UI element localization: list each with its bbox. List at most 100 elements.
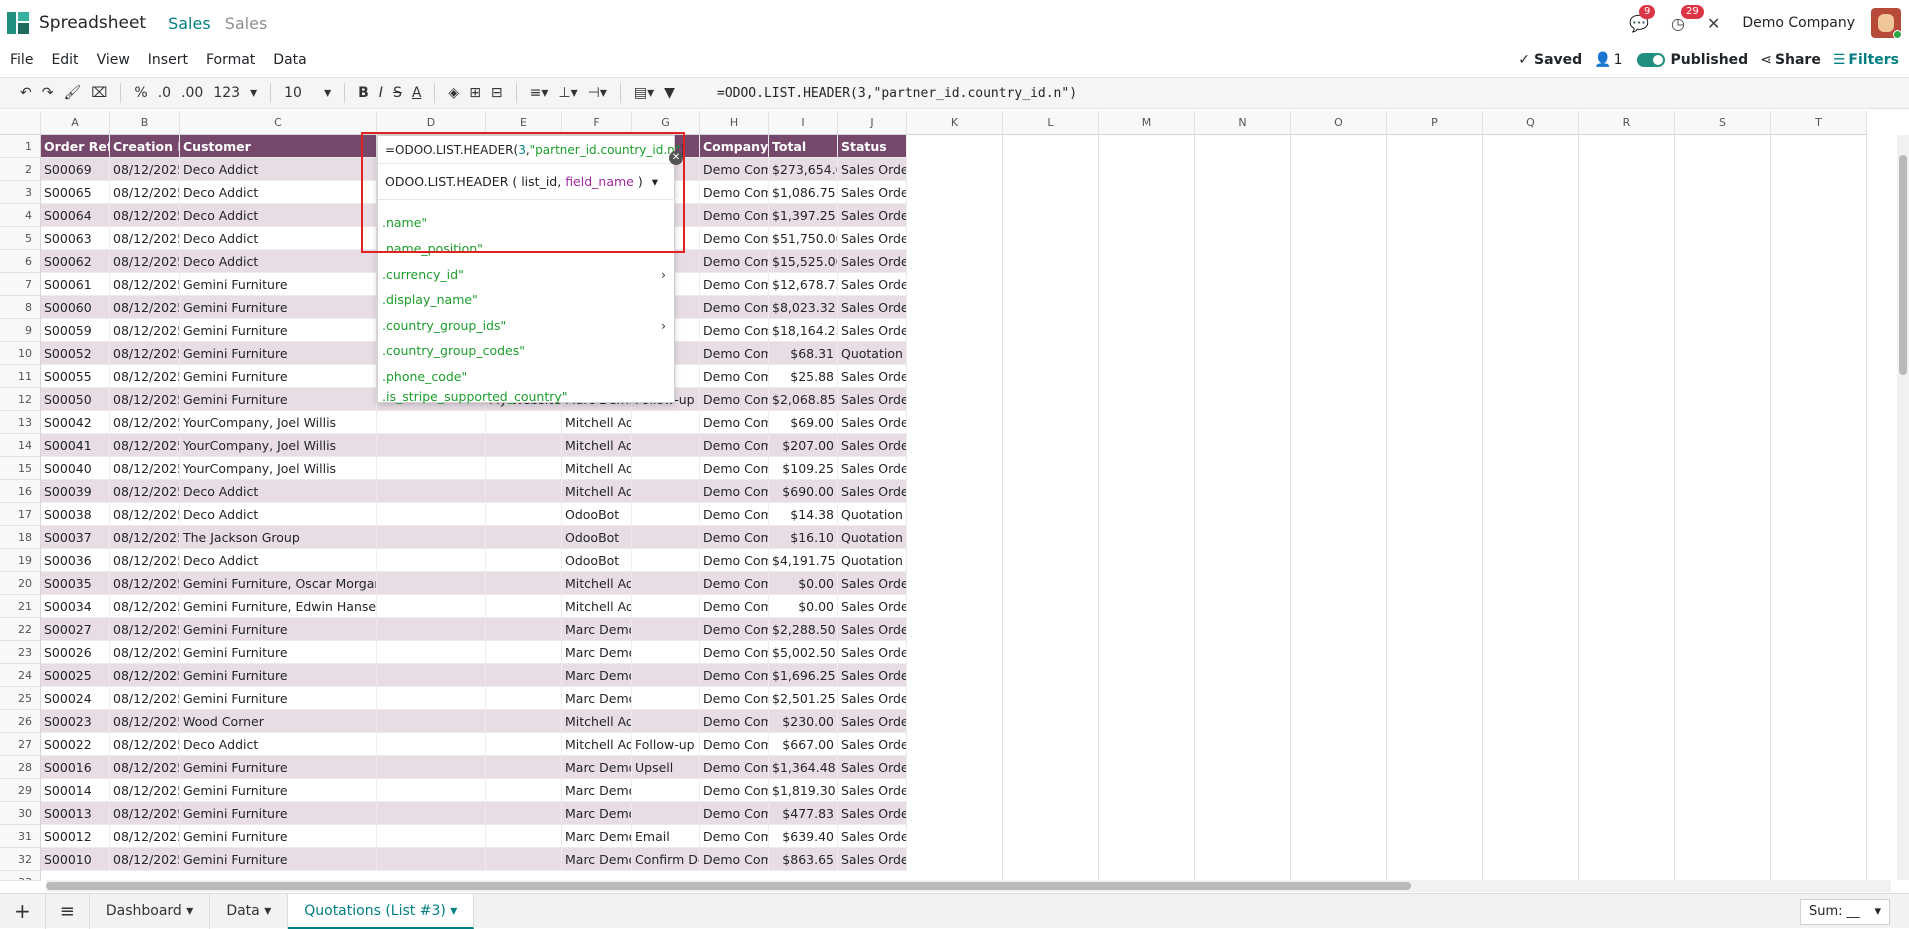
table-cell[interactable]: S00055 bbox=[41, 365, 110, 388]
table-cell[interactable] bbox=[377, 687, 486, 710]
table-cell[interactable]: Gemini Furniture bbox=[180, 779, 377, 802]
undo-icon[interactable]: ↶ bbox=[20, 85, 32, 101]
table-cell[interactable]: Deco Addict bbox=[180, 503, 377, 526]
table-cell[interactable] bbox=[632, 572, 700, 595]
table-cell[interactable]: Demo Com bbox=[700, 733, 769, 756]
table-cell[interactable]: Sales Orde bbox=[838, 434, 907, 457]
row-header[interactable]: 25 bbox=[0, 687, 41, 710]
table-cell[interactable] bbox=[632, 802, 700, 825]
sheet-tab-dashboard[interactable]: Dashboard ▾ bbox=[90, 893, 211, 929]
table-cell[interactable]: 08/12/2025 bbox=[110, 687, 180, 710]
table-cell[interactable] bbox=[486, 733, 562, 756]
table-cell[interactable]: S00036 bbox=[41, 549, 110, 572]
table-cell[interactable]: Sales Orde bbox=[838, 365, 907, 388]
table-cell[interactable]: Demo Com bbox=[700, 503, 769, 526]
font-size-dropdown[interactable]: 10 bbox=[284, 85, 314, 101]
table-cell[interactable]: Sales Orde bbox=[838, 641, 907, 664]
row-header[interactable]: 24 bbox=[0, 664, 41, 687]
table-cell[interactable] bbox=[377, 549, 486, 572]
column-header-I[interactable]: I bbox=[769, 111, 838, 135]
paint-format-icon[interactable]: 🖌 bbox=[63, 85, 81, 101]
row-header[interactable]: 9 bbox=[0, 319, 41, 342]
column-header-B[interactable]: B bbox=[110, 111, 180, 135]
table-cell[interactable]: Demo Com bbox=[700, 204, 769, 227]
table-cell[interactable]: $0.00 bbox=[769, 595, 838, 618]
table-cell[interactable]: $4,191.75 bbox=[769, 549, 838, 572]
table-cell[interactable]: Sales Orde bbox=[838, 296, 907, 319]
table-cell[interactable] bbox=[486, 779, 562, 802]
menu-format[interactable]: Format bbox=[206, 52, 255, 68]
table-cell[interactable] bbox=[632, 480, 700, 503]
row-header[interactable]: 27 bbox=[0, 733, 41, 756]
table-cell[interactable]: Demo Com bbox=[700, 687, 769, 710]
table-cell[interactable]: Upsell bbox=[632, 756, 700, 779]
row-header[interactable]: 23 bbox=[0, 641, 41, 664]
sheet-tab-data[interactable]: Data ▾ bbox=[210, 893, 289, 929]
table-cell[interactable]: Gemini Furniture bbox=[180, 388, 377, 411]
table-cell[interactable]: $477.83 bbox=[769, 802, 838, 825]
table-cell[interactable]: Sales Orde bbox=[838, 273, 907, 296]
column-header-H[interactable]: H bbox=[700, 111, 769, 135]
table-cell[interactable] bbox=[632, 411, 700, 434]
table-cell[interactable]: Gemini Furniture bbox=[180, 825, 377, 848]
table-cell[interactable]: 08/12/2025 bbox=[110, 319, 180, 342]
table-cell[interactable] bbox=[486, 411, 562, 434]
table-cell[interactable]: Deco Addict bbox=[180, 250, 377, 273]
table-cell[interactable]: Gemini Furniture bbox=[180, 273, 377, 296]
row-header[interactable]: 11 bbox=[0, 365, 41, 388]
table-cell[interactable]: Sales Orde bbox=[838, 158, 907, 181]
table-cell[interactable]: S00035 bbox=[41, 572, 110, 595]
table-cell[interactable]: 08/12/2025 bbox=[110, 457, 180, 480]
table-cell[interactable]: 08/12/2025 bbox=[110, 618, 180, 641]
row-header[interactable]: 31 bbox=[0, 825, 41, 848]
table-cell[interactable]: 08/12/2025 bbox=[110, 664, 180, 687]
table-cell[interactable]: $5,002.50 bbox=[769, 641, 838, 664]
table-cell[interactable]: S00022 bbox=[41, 733, 110, 756]
table-cell[interactable]: S00062 bbox=[41, 250, 110, 273]
table-cell[interactable]: Demo Com bbox=[700, 756, 769, 779]
row-header[interactable]: 4 bbox=[0, 204, 41, 227]
column-header-K[interactable]: K bbox=[907, 111, 1003, 135]
row-header[interactable]: 28 bbox=[0, 756, 41, 779]
add-sheet-icon[interactable]: + bbox=[0, 893, 46, 929]
table-cell[interactable]: Demo Com bbox=[700, 158, 769, 181]
table-cell[interactable]: 08/12/2025 bbox=[110, 779, 180, 802]
table-cell[interactable]: Gemini Furniture bbox=[180, 296, 377, 319]
row-header[interactable]: 5 bbox=[0, 227, 41, 250]
borders-icon[interactable]: ⊞ bbox=[469, 85, 481, 101]
table-cell[interactable] bbox=[377, 434, 486, 457]
number-format-dropdown[interactable]: 123 bbox=[213, 85, 240, 101]
table-cell[interactable]: Marc Demo bbox=[562, 756, 632, 779]
table-cell[interactable] bbox=[377, 825, 486, 848]
vertical-align-icon[interactable]: ⊥▾ bbox=[558, 85, 577, 101]
table-cell[interactable]: Demo Com bbox=[700, 549, 769, 572]
table-cell[interactable]: 08/12/2025 bbox=[110, 595, 180, 618]
row-header[interactable]: 26 bbox=[0, 710, 41, 733]
table-cell[interactable]: Demo Com bbox=[700, 227, 769, 250]
table-cell[interactable] bbox=[486, 549, 562, 572]
table-cell[interactable]: Mitchell Adi bbox=[562, 710, 632, 733]
italic-button[interactable]: I bbox=[379, 85, 383, 101]
horizontal-align-icon[interactable]: ≡▾ bbox=[530, 85, 549, 101]
table-cell[interactable]: Mitchell Adi bbox=[562, 572, 632, 595]
table-cell[interactable]: 08/12/2025 bbox=[110, 250, 180, 273]
table-cell[interactable]: Sales Orde bbox=[838, 710, 907, 733]
table-cell[interactable] bbox=[377, 595, 486, 618]
table-cell[interactable]: Demo Com bbox=[700, 457, 769, 480]
table-cell[interactable]: S00010 bbox=[41, 848, 110, 871]
table-cell[interactable]: YourCompany, Joel Willis bbox=[180, 411, 377, 434]
table-cell[interactable]: S00016 bbox=[41, 756, 110, 779]
table-cell[interactable]: Sales Orde bbox=[838, 802, 907, 825]
table-cell[interactable]: 08/12/2025 bbox=[110, 296, 180, 319]
row-header[interactable]: 15 bbox=[0, 457, 41, 480]
table-cell[interactable]: S00060 bbox=[41, 296, 110, 319]
table-cell[interactable]: Sales Orde bbox=[838, 756, 907, 779]
table-cell[interactable]: 08/12/2025 bbox=[110, 158, 180, 181]
table-cell[interactable]: Demo Com bbox=[700, 480, 769, 503]
table-cell[interactable]: Mitchell Adi bbox=[562, 480, 632, 503]
row-header[interactable]: 12 bbox=[0, 388, 41, 411]
table-cell[interactable]: 08/12/2025 bbox=[110, 411, 180, 434]
table-cell[interactable]: 08/12/2025 bbox=[110, 273, 180, 296]
table-cell[interactable] bbox=[486, 457, 562, 480]
row-header[interactable]: 8 bbox=[0, 296, 41, 319]
